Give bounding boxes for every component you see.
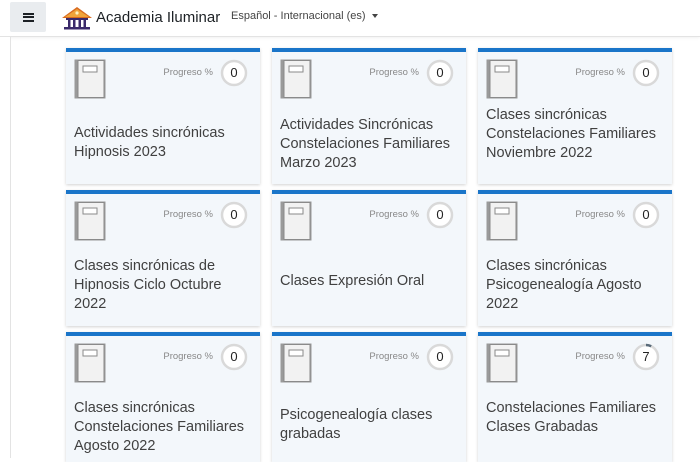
progress-ring: 0 bbox=[426, 201, 454, 229]
progress-ring: 0 bbox=[426, 59, 454, 87]
progress-value: 0 bbox=[230, 207, 238, 222]
progress-value: 0 bbox=[436, 349, 444, 364]
language-selector[interactable]: Español - Internacional (es) bbox=[231, 10, 378, 22]
caret-down-icon bbox=[371, 14, 378, 19]
course-card[interactable]: Progreso % 0 Psicogenealogía clases grab… bbox=[272, 332, 466, 462]
course-title[interactable]: Clases Expresión Oral bbox=[280, 272, 456, 291]
notebook-icon bbox=[74, 343, 106, 383]
course-title[interactable]: Actividades sincrónicas Hipnosis 2023 bbox=[74, 124, 250, 162]
progress-label: Progreso % bbox=[369, 67, 419, 78]
progress-label: Progreso % bbox=[575, 67, 625, 78]
progress-ring: 0 bbox=[632, 59, 660, 87]
progress-ring: 0 bbox=[426, 343, 454, 371]
notebook-icon bbox=[486, 343, 518, 383]
course-title[interactable]: Clases sincrónicas de Hipnosis Ciclo Oct… bbox=[74, 257, 250, 314]
course-title[interactable]: Clases sincrónicas Constelaciones Famili… bbox=[74, 399, 250, 456]
progress-value: 0 bbox=[436, 65, 444, 80]
course-card[interactable]: Progreso % 0 Clases sincrónicas Constela… bbox=[66, 332, 260, 462]
progress-label: Progreso % bbox=[163, 351, 213, 362]
left-drawer-edge bbox=[0, 37, 11, 458]
course-card[interactable]: Progreso % 0 Clases sincrónicas Constela… bbox=[478, 48, 672, 184]
temple-logo-icon bbox=[62, 7, 92, 30]
course-card[interactable]: Progreso % 7 Constelaciones Familiares C… bbox=[478, 332, 672, 462]
progress-label: Progreso % bbox=[575, 351, 625, 362]
progress-value: 7 bbox=[642, 349, 650, 364]
notebook-icon bbox=[74, 59, 106, 99]
progress-label: Progreso % bbox=[369, 351, 419, 362]
progress-ring: 0 bbox=[220, 201, 248, 229]
progress-value: 0 bbox=[642, 65, 650, 80]
progress-ring: 0 bbox=[220, 59, 248, 87]
brand-name: Academia Iluminar bbox=[96, 8, 221, 26]
course-title[interactable]: Actividades Sincrónicas Constelaciones F… bbox=[280, 116, 456, 173]
course-card[interactable]: Progreso % 0 Actividades Sincrónicas Con… bbox=[272, 48, 466, 184]
progress-value: 0 bbox=[230, 349, 238, 364]
notebook-icon bbox=[280, 59, 312, 99]
course-title[interactable]: Clases sincrónicas Constelaciones Famili… bbox=[486, 106, 662, 163]
progress-label: Progreso % bbox=[163, 209, 213, 220]
notebook-icon bbox=[486, 59, 518, 99]
notebook-icon bbox=[280, 343, 312, 383]
progress-ring: 0 bbox=[220, 343, 248, 371]
hamburger-menu-button[interactable] bbox=[10, 2, 46, 32]
course-title[interactable]: Clases sincrónicas Psicogenealogía Agost… bbox=[486, 257, 662, 314]
progress-label: Progreso % bbox=[369, 209, 419, 220]
progress-value: 0 bbox=[436, 207, 444, 222]
course-card[interactable]: Progreso % 0 Actividades sincrónicas Hip… bbox=[66, 48, 260, 184]
progress-label: Progreso % bbox=[575, 209, 625, 220]
notebook-icon bbox=[74, 201, 106, 241]
top-navbar: Academia Iluminar Español - Internaciona… bbox=[0, 0, 700, 37]
language-label: Español - Internacional (es) bbox=[231, 10, 366, 22]
notebook-icon bbox=[486, 201, 518, 241]
course-title[interactable]: Psicogenealogía clases grabadas bbox=[280, 406, 456, 444]
course-card[interactable]: Progreso % 0 Clases Expresión Oral bbox=[272, 190, 466, 326]
progress-ring: 7 bbox=[632, 343, 660, 371]
course-card[interactable]: Progreso % 0 Clases sincrónicas Psicogen… bbox=[478, 190, 672, 326]
course-card[interactable]: Progreso % 0 Clases sincrónicas de Hipno… bbox=[66, 190, 260, 326]
site-brand-link[interactable]: Academia Iluminar bbox=[61, 4, 220, 30]
progress-label: Progreso % bbox=[163, 67, 213, 78]
course-title[interactable]: Constelaciones Familiares Clases Grabada… bbox=[486, 399, 662, 437]
hamburger-icon bbox=[22, 12, 34, 22]
progress-value: 0 bbox=[230, 65, 238, 80]
progress-ring: 0 bbox=[632, 201, 660, 229]
progress-value: 0 bbox=[642, 207, 650, 222]
notebook-icon bbox=[280, 201, 312, 241]
